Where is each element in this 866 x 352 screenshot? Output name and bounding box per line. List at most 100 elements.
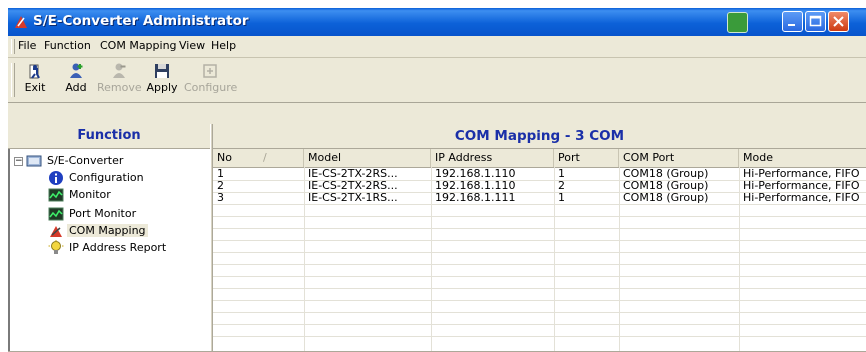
minimize-icon [788, 24, 795, 26]
cell-port: 1 [558, 192, 565, 204]
column-header-no[interactable]: No / [213, 149, 304, 167]
cell-port: 1 [558, 168, 565, 180]
tree-item-label: Monitor [69, 188, 111, 201]
toolbar: Exit Add Remove Apply Configure [8, 58, 866, 103]
cell-mode: Hi-Performance, FIFO [743, 168, 860, 180]
grid-line [213, 324, 866, 325]
sort-indicator: / [263, 151, 267, 164]
app-icon [15, 16, 27, 28]
cell-com-port: COM18 (Group) [623, 168, 709, 180]
menu-bar: File Function COM Mapping View Help [8, 36, 866, 58]
minimize-button[interactable] [782, 11, 803, 32]
com-mapping-icon [50, 226, 62, 237]
com-mapping-table: No / Model IP Address Port COM Port Mode [213, 149, 866, 352]
converter-icon [26, 155, 42, 167]
remove-label: Remove [97, 81, 142, 94]
column-header-label: No [217, 151, 232, 164]
info-icon [49, 171, 63, 185]
exit-label: Exit [24, 81, 46, 94]
function-panel-title: Function [77, 128, 141, 143]
apply-button[interactable]: Apply [144, 60, 180, 100]
table-row[interactable]: 3 IE-CS-2TX-1RS... 192.168.1.111 1 COM18… [213, 192, 866, 204]
tree-collapse-toggle[interactable]: − [14, 157, 23, 166]
menu-function[interactable]: Function [44, 39, 91, 52]
grid-line [213, 300, 866, 301]
cell-model: IE-CS-2TX-2RS... [308, 168, 398, 180]
apply-label: Apply [146, 81, 178, 94]
cell-ip-address: 192.168.1.110 [435, 180, 516, 192]
add-label: Add [65, 81, 87, 94]
table-row[interactable]: 1 IE-CS-2TX-2RS... 192.168.1.110 1 COM18… [213, 168, 866, 180]
menu-grip [11, 39, 15, 54]
menu-help[interactable]: Help [211, 39, 236, 52]
cell-ip-address: 192.168.1.111 [435, 192, 516, 204]
cell-no: 1 [217, 168, 224, 180]
tree-item-label: COM Mapping [67, 224, 148, 237]
table-row[interactable]: 2 IE-CS-2TX-2RS... 192.168.1.110 2 COM18… [213, 180, 866, 192]
main-panel-title: COM Mapping - 3 COM [454, 128, 625, 144]
configure-icon [203, 64, 217, 78]
table-header: No / Model IP Address Port COM Port Mode [213, 149, 866, 168]
column-header-label: Mode [743, 151, 773, 164]
grid-line [213, 312, 866, 313]
close-button[interactable] [828, 11, 849, 32]
grid-line [213, 276, 866, 277]
column-header-model[interactable]: Model [304, 149, 431, 167]
app-window: S/E-Converter Administrator File Functio… [8, 8, 866, 352]
column-header-label: IP Address [435, 151, 493, 164]
grid-line [213, 240, 866, 241]
cell-mode: Hi-Performance, FIFO [743, 180, 860, 192]
cell-ip-address: 192.168.1.110 [435, 168, 516, 180]
cell-no: 2 [217, 180, 224, 192]
window-title: S/E-Converter Administrator [33, 13, 249, 29]
grid-line [213, 288, 866, 289]
cell-model: IE-CS-2TX-2RS... [308, 180, 398, 192]
menu-view[interactable]: View [179, 39, 205, 52]
remove-button[interactable]: Remove [97, 60, 142, 100]
cell-com-port: COM18 (Group) [623, 180, 709, 192]
column-header-com-port[interactable]: COM Port [619, 149, 739, 167]
add-button[interactable]: Add [61, 60, 91, 100]
lightbulb-icon [48, 240, 64, 254]
grid-line [213, 252, 866, 253]
function-panel-header: Function [8, 124, 210, 149]
tree-item-label: S/E-Converter [47, 154, 124, 167]
toolbar-grip [11, 63, 15, 97]
grid-line [213, 336, 866, 337]
tree-item-label: Port Monitor [69, 207, 137, 220]
column-header-port[interactable]: Port [554, 149, 619, 167]
grid-line [213, 264, 866, 265]
menu-com-mapping[interactable]: COM Mapping [100, 39, 177, 52]
column-header-label: COM Port [623, 151, 675, 164]
grid-line [213, 204, 866, 205]
cell-mode: Hi-Performance, FIFO [743, 192, 860, 204]
tree-item-label: Configuration [69, 171, 144, 184]
configure-button[interactable]: Configure [184, 60, 238, 100]
title-bar[interactable]: S/E-Converter Administrator [8, 8, 866, 36]
exit-button[interactable]: Exit [20, 60, 50, 100]
cell-com-port: COM18 (Group) [623, 192, 709, 204]
grid-line [213, 228, 866, 229]
column-header-label: Port [558, 151, 580, 164]
cell-no: 3 [217, 192, 224, 204]
exit-icon [29, 64, 40, 79]
column-header-label: Model [308, 151, 342, 164]
grid-line [213, 216, 866, 217]
main-panel-header: COM Mapping - 3 COM [213, 124, 866, 149]
close-icon [833, 16, 844, 27]
cell-model: IE-CS-2TX-1RS... [308, 192, 398, 204]
cell-port: 2 [558, 180, 565, 192]
column-header-mode[interactable]: Mode [739, 149, 866, 167]
port-monitor-icon [48, 207, 64, 221]
add-user-icon [70, 63, 83, 78]
menu-file[interactable]: File [18, 39, 36, 52]
tree-item-label: IP Address Report [69, 241, 167, 254]
maximize-icon [809, 15, 822, 27]
remove-icon [113, 63, 126, 78]
maximize-button[interactable] [805, 11, 826, 32]
function-tree: − S/E-Converter Configuration Monitor Po… [8, 149, 210, 352]
column-header-ip-address[interactable]: IP Address [431, 149, 554, 167]
configure-label: Configure [184, 81, 238, 94]
monitor-icon [48, 188, 64, 202]
tray-icon[interactable] [727, 12, 748, 33]
